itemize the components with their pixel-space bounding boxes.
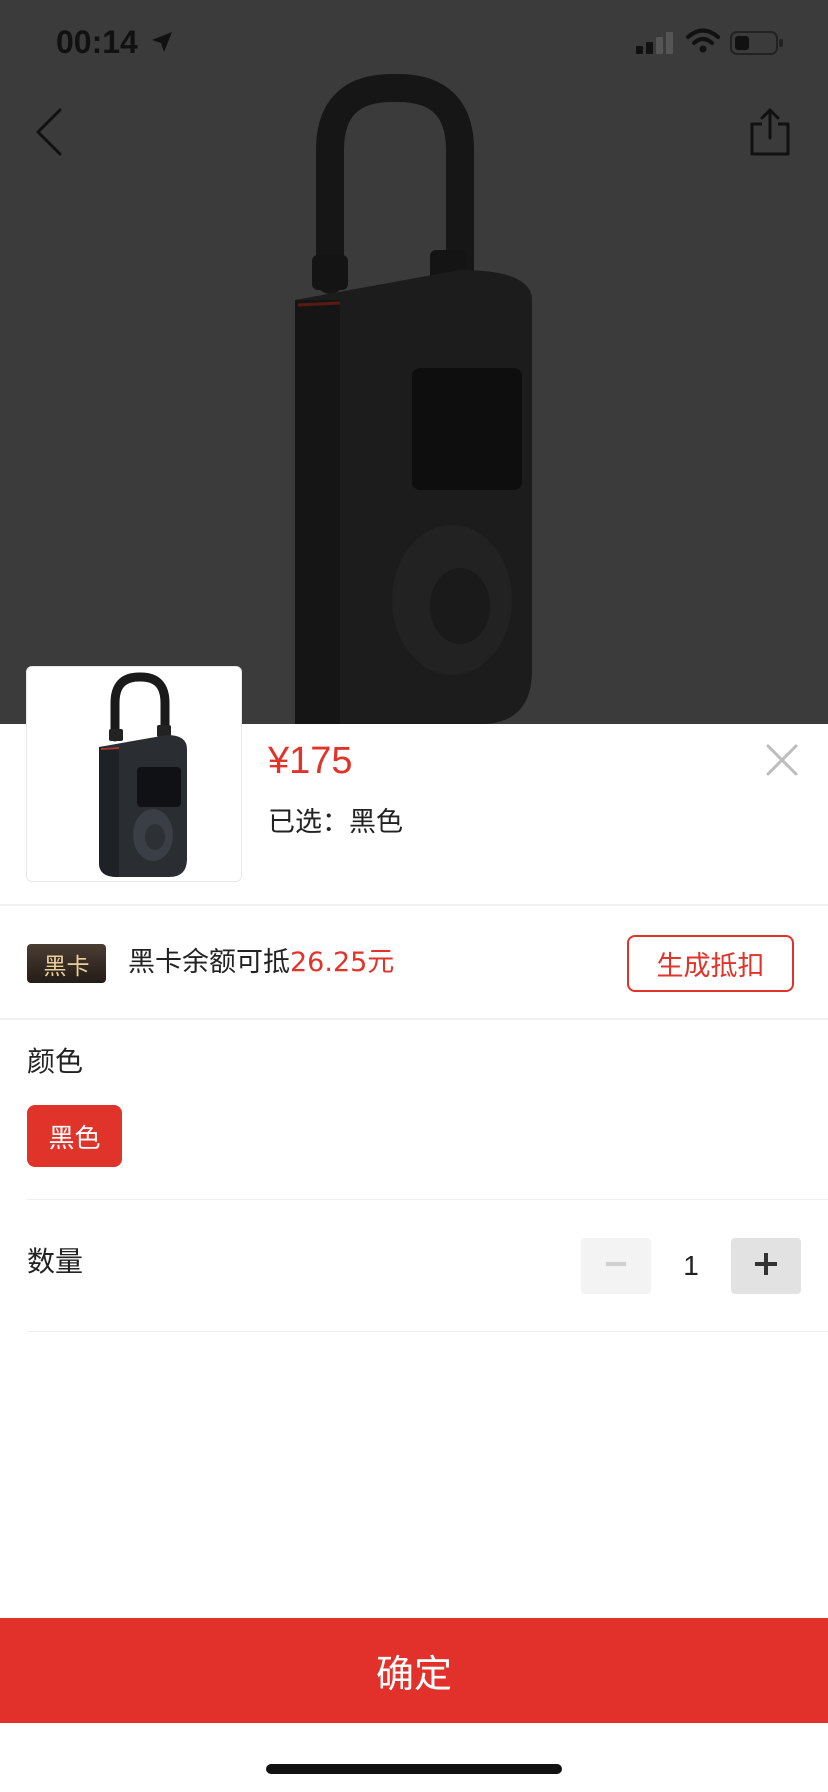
product-thumbnail <box>26 666 242 882</box>
status-bar: 00:14 <box>0 0 828 90</box>
divider <box>0 904 828 906</box>
black-card-badge: 黑卡 <box>27 944 106 983</box>
plus-icon <box>753 1251 779 1281</box>
product-price: ¥175 <box>268 740 353 782</box>
quantity-section-label: 数量 <box>27 1245 84 1278</box>
minus-icon <box>603 1251 629 1281</box>
black-card-balance-amount: 26.25元 <box>290 947 395 978</box>
divider <box>27 1331 828 1332</box>
black-card-balance-prefix: 黑卡余额可抵 <box>128 947 290 978</box>
quantity-plus-button[interactable] <box>731 1238 801 1294</box>
generate-deduction-button[interactable]: 生成抵扣 <box>627 935 794 992</box>
confirm-button[interactable]: 确定 <box>0 1618 828 1723</box>
divider <box>0 1018 828 1020</box>
share-icon[interactable] <box>748 106 792 162</box>
home-indicator <box>266 1764 562 1774</box>
product-image-large <box>295 74 532 724</box>
color-section-label: 颜色 <box>27 1045 84 1078</box>
chevron-left-icon[interactable] <box>30 106 70 162</box>
wifi-icon <box>686 28 720 58</box>
status-time: 00:14 <box>56 24 138 60</box>
battery-icon <box>730 30 784 62</box>
divider <box>27 1199 828 1200</box>
color-option-black[interactable]: 黑色 <box>27 1105 122 1167</box>
dimmed-product-page: 00:14 <box>0 0 828 724</box>
close-icon[interactable] <box>764 742 800 782</box>
quantity-minus-button[interactable] <box>581 1238 651 1294</box>
quantity-value[interactable]: 1 <box>651 1238 731 1294</box>
location-arrow-icon <box>150 30 174 58</box>
selected-spec: 已选：黑色 <box>268 807 403 838</box>
cellular-signal-icon <box>636 32 676 60</box>
black-card-balance-text: 黑卡余额可抵26.25元 <box>128 944 394 982</box>
